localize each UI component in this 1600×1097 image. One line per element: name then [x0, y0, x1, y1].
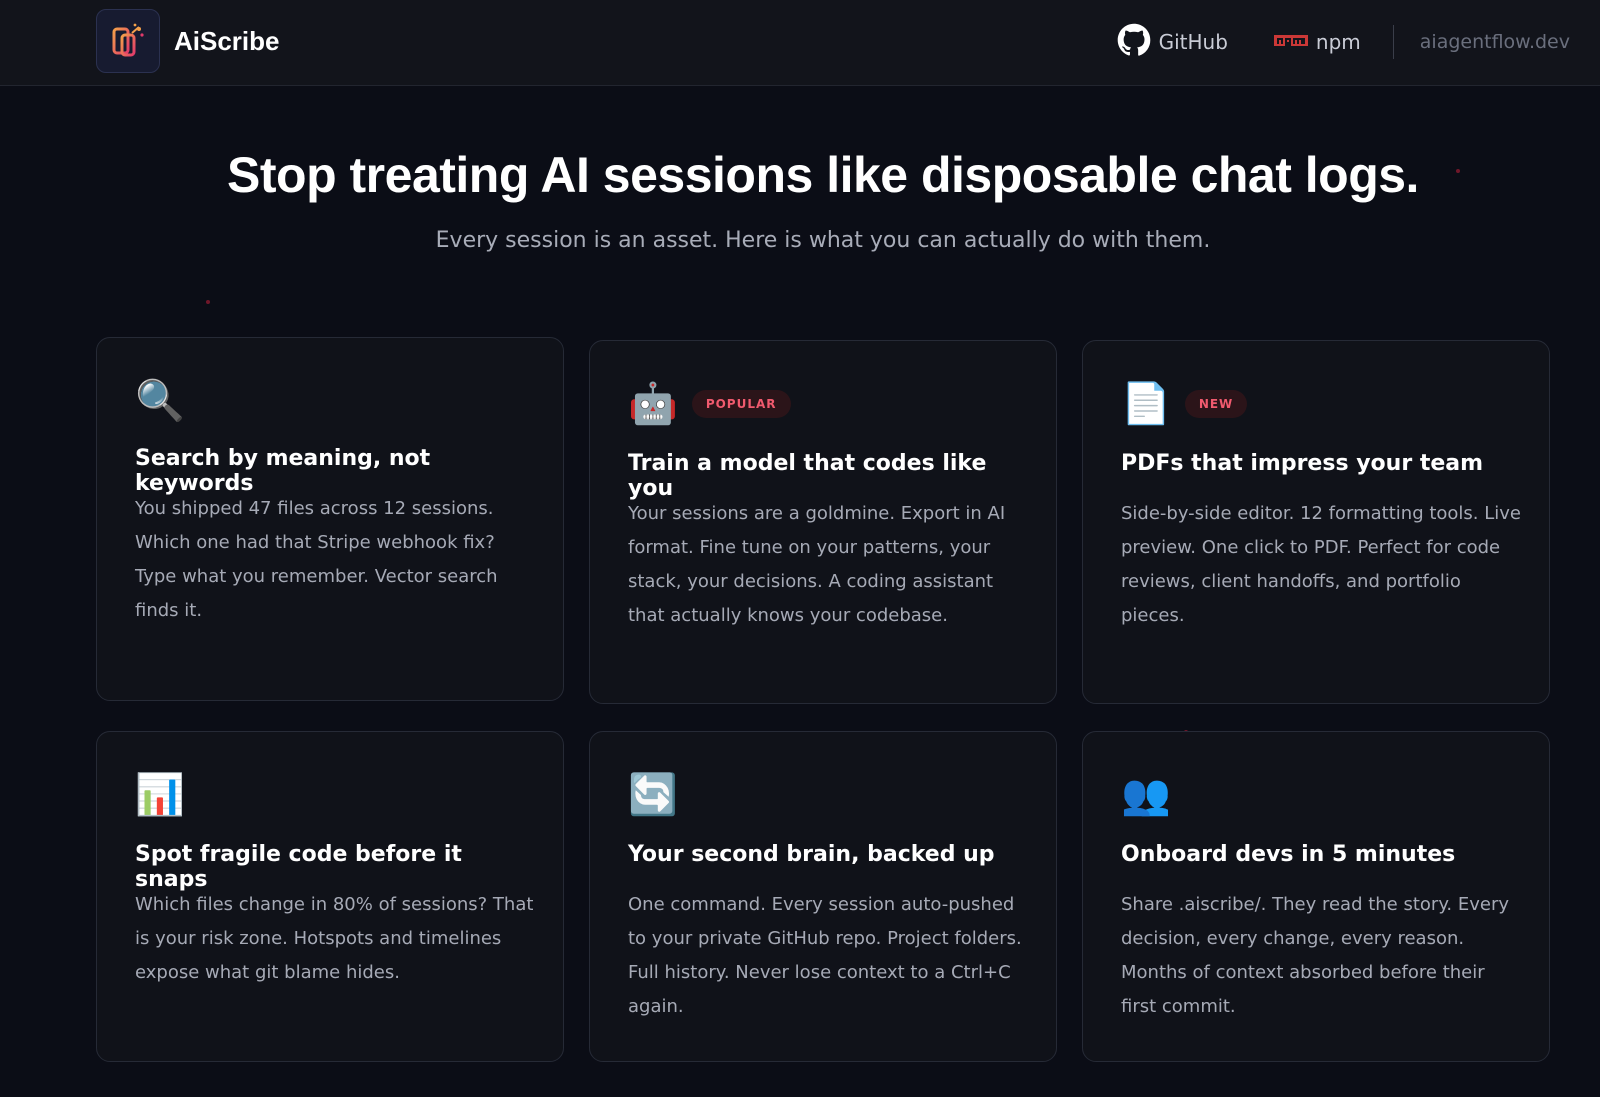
- card-title: Train a model that codes like you: [628, 451, 987, 501]
- feature-card-search: 🔍 Search by meaning, not keywords You sh…: [96, 337, 564, 701]
- hero-title: Stop treating AI sessions like disposabl…: [227, 147, 1419, 203]
- feature-card-onboard: 👥 Onboard devs in 5 minutes Share .aiscr…: [1082, 731, 1550, 1062]
- bar-chart-icon: 📊: [135, 772, 185, 818]
- github-link-label: GitHub: [1158, 30, 1228, 54]
- nav-divider: [1392, 25, 1394, 59]
- card-description: Share .aiscribe/. They read the story. E…: [1121, 894, 1510, 1017]
- card-title: PDFs that impress your team: [1121, 451, 1484, 476]
- people-icon: 👥: [1121, 772, 1171, 818]
- decor-dot: [206, 300, 210, 304]
- hero-subtitle: Every session is an asset. Here is what …: [435, 228, 1211, 253]
- npm-icon: [1273, 30, 1308, 54]
- feature-card-train: 🤖 POPULAR Train a model that codes like …: [589, 340, 1057, 704]
- card-description: One command. Every session auto-pushed t…: [628, 894, 1022, 1017]
- sync-icon: 🔄: [628, 772, 678, 818]
- brand-name: AiScribe: [174, 25, 280, 56]
- magnifier-icon: 🔍: [135, 378, 185, 424]
- card-title: Spot fragile code before it snaps: [135, 842, 462, 892]
- page: AiScribe GitHub npm aiagentflow.dev Stop…: [0, 0, 1600, 1097]
- new-badge: NEW: [1184, 390, 1248, 418]
- card-title: Search by meaning, not keywords: [135, 446, 431, 496]
- brand-home-link[interactable]: AiScribe: [96, 9, 280, 73]
- card-description: Side-by-side editor. 12 formatting tools…: [1121, 503, 1521, 626]
- card-description: Your sessions are a goldmine. Export in …: [628, 503, 1006, 626]
- npm-link[interactable]: npm: [1273, 30, 1361, 54]
- github-icon: [1117, 23, 1151, 62]
- card-description: Which files change in 80% of sessions? T…: [135, 894, 534, 983]
- popular-badge: POPULAR: [691, 390, 791, 418]
- github-link[interactable]: GitHub: [1117, 23, 1228, 62]
- feature-card-hotspots: 📊 Spot fragile code before it snaps Whic…: [96, 731, 564, 1062]
- header-nav: GitHub npm aiagentflow.dev: [1117, 22, 1570, 62]
- document-icon: 📄: [1121, 381, 1171, 427]
- site-link[interactable]: aiagentflow.dev: [1420, 31, 1570, 53]
- robot-icon: 🤖: [628, 381, 678, 427]
- feature-card-backup: 🔄 Your second brain, backed up One comma…: [589, 731, 1057, 1062]
- feature-card-pdf: 📄 NEW PDFs that impress your team Side-b…: [1082, 340, 1550, 704]
- npm-link-label: npm: [1315, 30, 1361, 54]
- card-title: Onboard devs in 5 minutes: [1121, 842, 1456, 867]
- card-description: You shipped 47 files across 12 sessions.…: [135, 498, 498, 621]
- aiscribe-logo-icon: [96, 9, 160, 73]
- card-title: Your second brain, backed up: [628, 842, 995, 867]
- top-navbar: AiScribe GitHub npm aiagentflow.dev: [0, 0, 1600, 86]
